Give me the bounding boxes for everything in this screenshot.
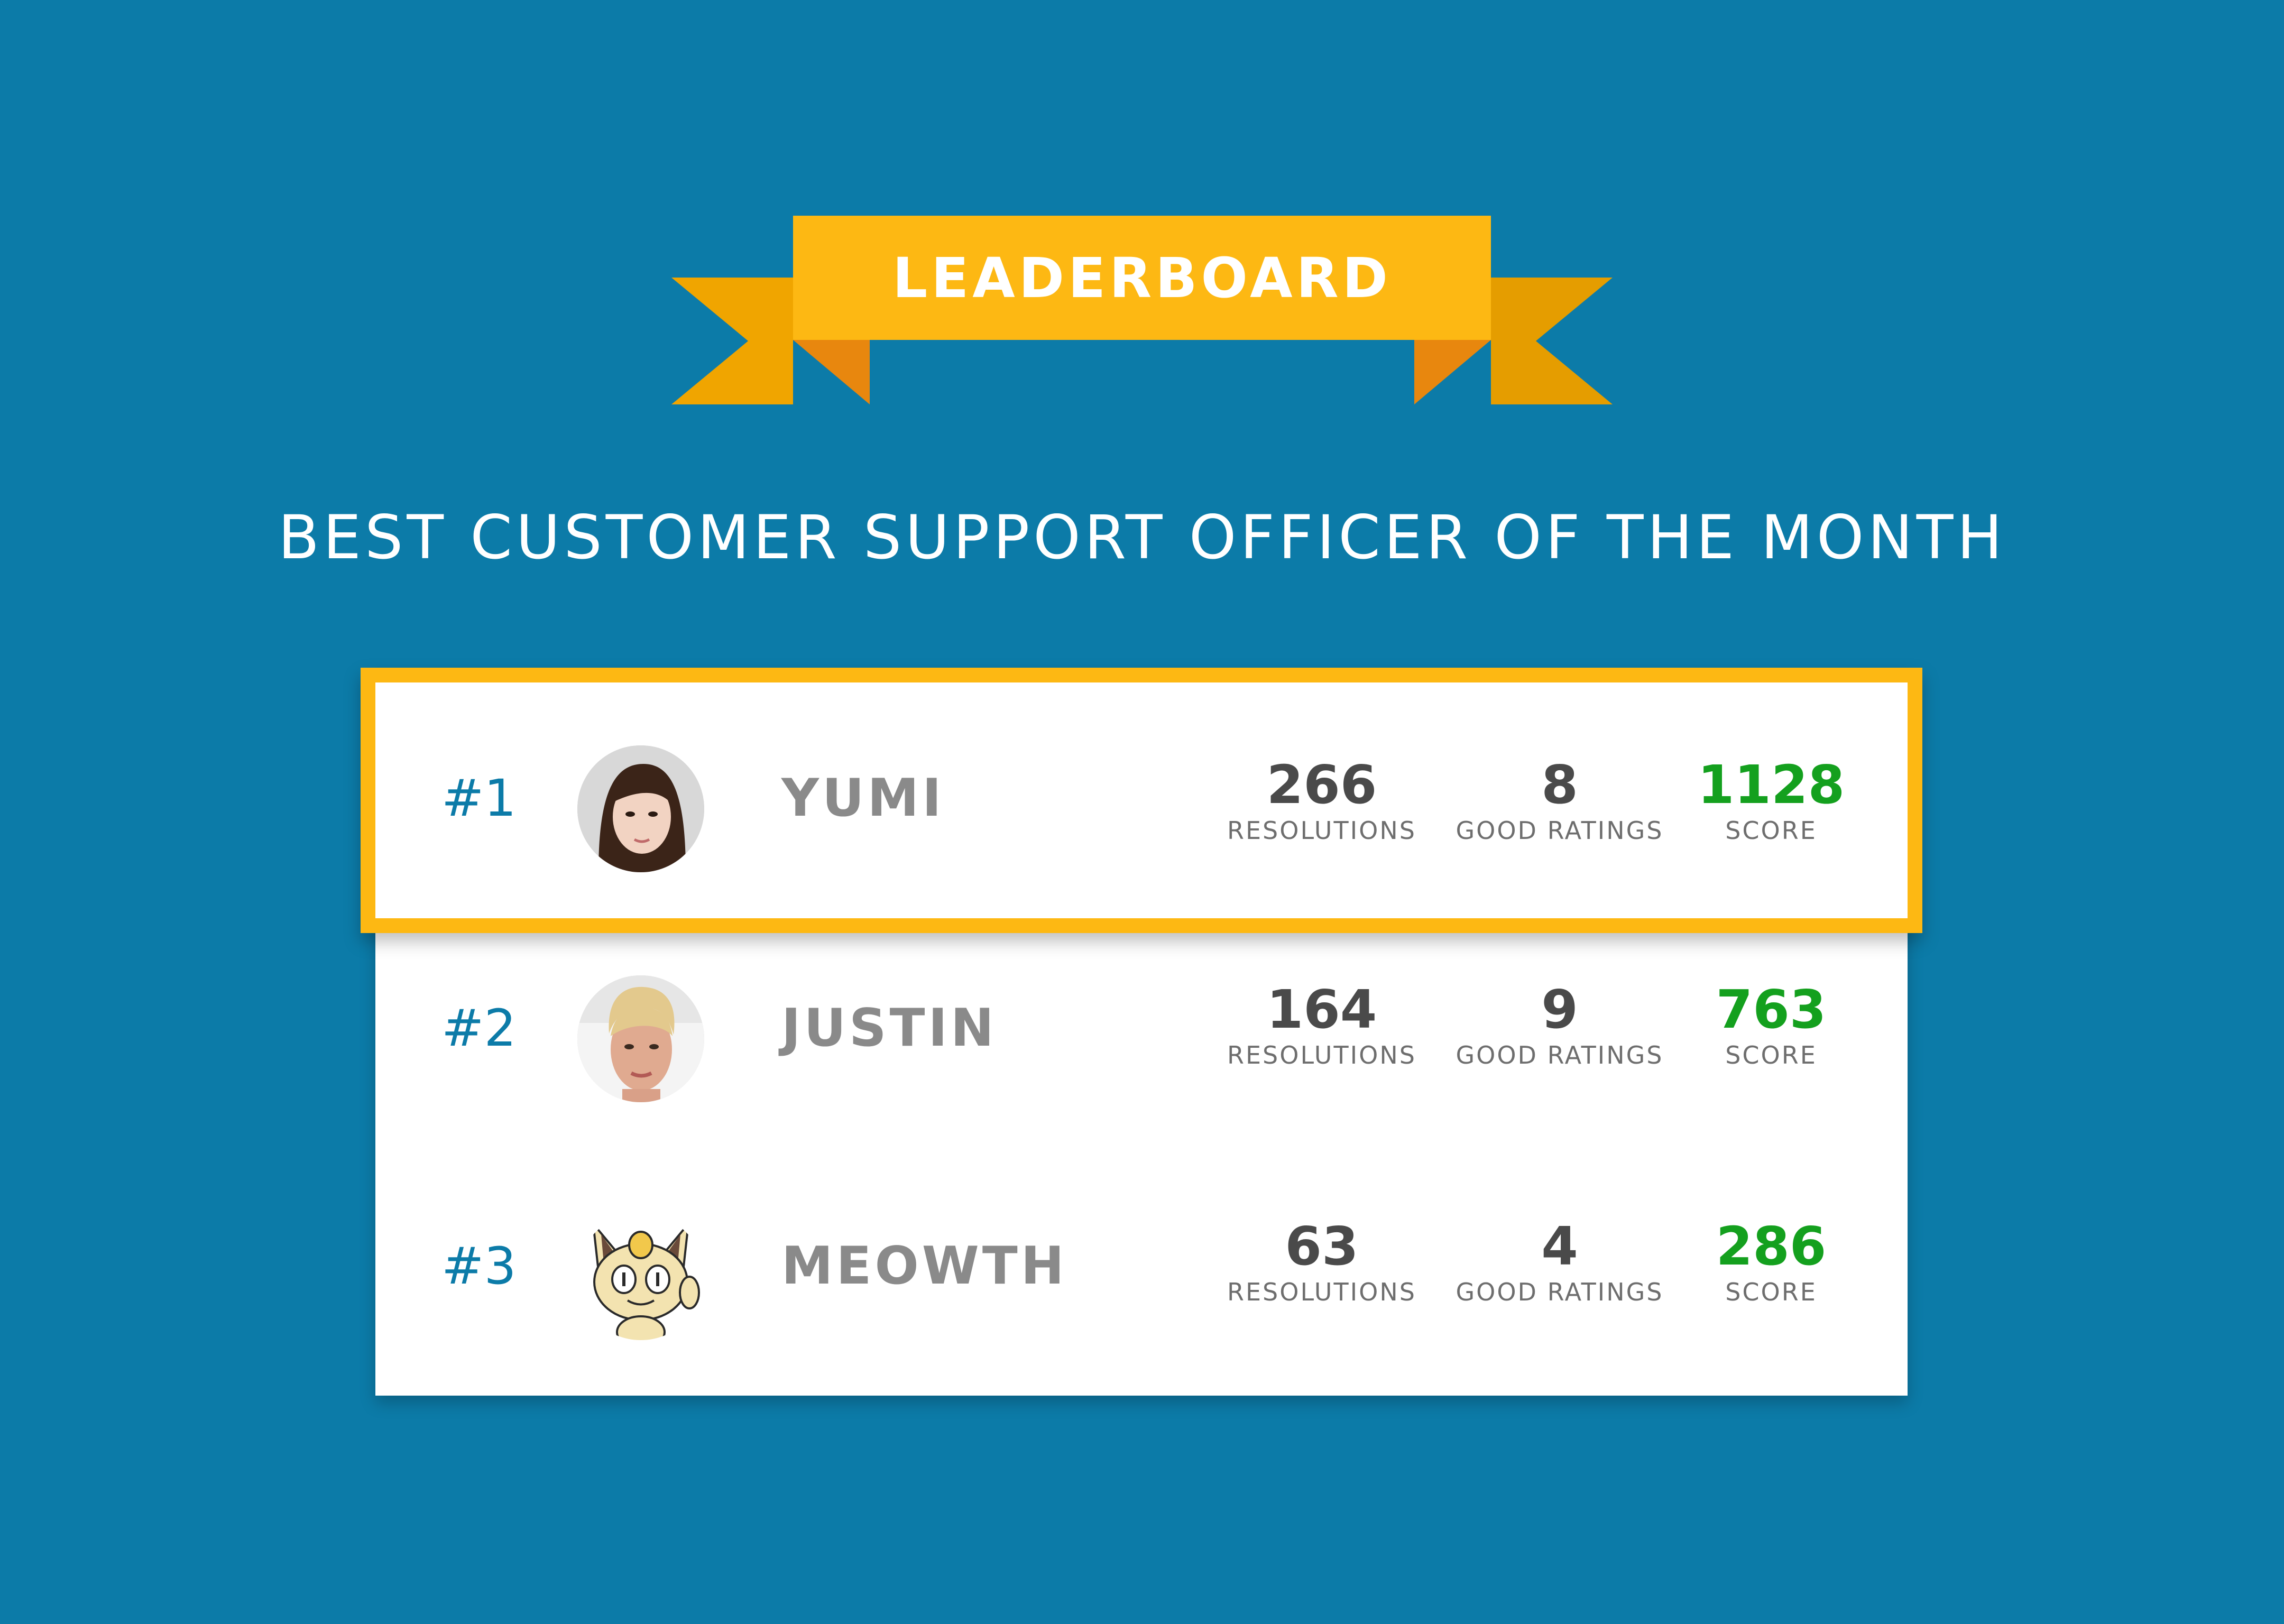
score-stat: 763 SCORE <box>1665 981 1877 1072</box>
agent-name: MEOWTH <box>781 1236 1067 1296</box>
page-subtitle: BEST CUSTOMER SUPPORT OFFICER OF THE MON… <box>278 502 2006 573</box>
resolutions-stat: 164 RESOLUTIONS <box>1216 981 1428 1072</box>
resolutions-label: RESOLUTIONS <box>1227 1041 1416 1069</box>
resolutions-label: RESOLUTIONS <box>1227 816 1416 845</box>
leaderboard-title: LEADERBOARD <box>892 245 1392 310</box>
leaderboard-ribbon: LEADERBOARD <box>671 211 1613 407</box>
agent-name: JUSTIN <box>781 998 997 1058</box>
score-value: 286 <box>1716 1215 1827 1277</box>
good-ratings-stat: 4 GOOD RATINGS <box>1454 1217 1665 1308</box>
rank-label: #3 <box>441 1237 517 1296</box>
rank-label: #2 <box>441 999 517 1058</box>
justin-avatar <box>577 975 704 1102</box>
resolutions-value: 164 <box>1266 979 1377 1040</box>
score-label: SCORE <box>1725 1041 1817 1069</box>
good-ratings-value: 9 <box>1541 979 1578 1040</box>
ribbon-right-tail <box>1491 278 1613 404</box>
good-ratings-value: 4 <box>1541 1215 1578 1277</box>
resolutions-stat: 63 RESOLUTIONS <box>1216 1217 1428 1308</box>
resolutions-label: RESOLUTIONS <box>1227 1278 1416 1306</box>
leaderboard-row[interactable]: #1 YUMI 266 RESOLUTIONS 8 GOOD RATINGS 1… <box>0 735 2284 893</box>
rank-label: #1 <box>441 769 517 828</box>
leaderboard-row[interactable]: #3 MEOWTH 63 RESOLUTIONS 4 GOOD RATINGS … <box>0 1203 2284 1361</box>
score-label: SCORE <box>1725 816 1817 845</box>
score-stat: 1128 SCORE <box>1665 756 1877 847</box>
good-ratings-label: GOOD RATINGS <box>1456 816 1664 845</box>
score-stat: 286 SCORE <box>1665 1217 1877 1308</box>
resolutions-stat: 266 RESOLUTIONS <box>1216 756 1428 847</box>
score-label: SCORE <box>1725 1278 1817 1306</box>
ribbon-right-fold <box>1414 340 1491 404</box>
good-ratings-label: GOOD RATINGS <box>1456 1041 1664 1069</box>
good-ratings-label: GOOD RATINGS <box>1456 1278 1664 1306</box>
score-value: 1128 <box>1697 754 1845 816</box>
yumi-avatar <box>577 745 704 872</box>
agent-name: YUMI <box>781 768 945 828</box>
score-value: 763 <box>1716 979 1827 1040</box>
resolutions-value: 63 <box>1285 1215 1359 1277</box>
leaderboard-row[interactable]: #2 JUSTIN 164 RESOLUTIONS 9 GOOD RATINGS… <box>0 965 2284 1123</box>
ribbon-left-fold <box>793 340 870 404</box>
resolutions-value: 266 <box>1266 754 1377 816</box>
good-ratings-stat: 9 GOOD RATINGS <box>1454 981 1665 1072</box>
good-ratings-value: 8 <box>1541 754 1578 816</box>
ribbon-left-tail <box>671 278 793 404</box>
good-ratings-stat: 8 GOOD RATINGS <box>1454 756 1665 847</box>
meowth-avatar <box>577 1213 704 1340</box>
